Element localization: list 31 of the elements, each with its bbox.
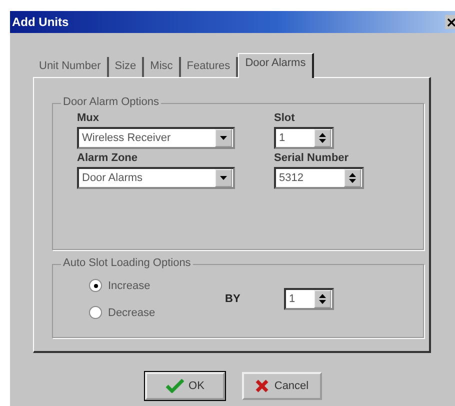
tab[interactable]: Unit Number	[33, 57, 109, 77]
radio-button[interactable]	[89, 306, 102, 319]
close-icon[interactable]	[445, 15, 455, 29]
radio-label[interactable]: Increase	[108, 280, 150, 292]
group-title: Auto Slot Loading Options	[61, 257, 193, 269]
checkmark-icon	[166, 379, 184, 393]
radio-label[interactable]: Decrease	[108, 306, 156, 318]
group-title: Door Alarm Options	[61, 96, 161, 108]
spinner-arrows-icon	[319, 132, 326, 144]
slot-spinner[interactable]: 1	[274, 127, 334, 149]
spinner-arrows-icon	[319, 293, 326, 305]
field-label: Serial Number	[274, 152, 350, 164]
mux-dropdown[interactable]: Wireless Receiver	[77, 127, 235, 149]
ok-button[interactable]: OK	[145, 372, 225, 400]
spinner-arrows-icon	[349, 172, 356, 184]
tab[interactable]: Misc	[144, 57, 181, 77]
field-label: Mux	[77, 112, 100, 124]
field-label: Alarm Zone	[77, 152, 139, 164]
by-spinner[interactable]: 1	[284, 288, 334, 310]
alarm-zone-dropdown[interactable]: Door Alarms	[77, 167, 235, 189]
serial-number-spinner[interactable]: 5312	[274, 167, 364, 189]
field-label: BY	[225, 293, 242, 305]
cancel-button[interactable]: Cancel	[242, 372, 322, 400]
tab[interactable]: Door Alarms	[238, 53, 314, 78]
dropdown-arrow-icon	[220, 136, 227, 140]
radio-button[interactable]	[89, 279, 102, 292]
tab[interactable]: Size	[108, 57, 144, 77]
dropdown-arrow-icon	[220, 176, 227, 180]
window-title: Add Units	[11, 15, 69, 29]
field-label: Slot	[274, 112, 296, 124]
close-icon	[255, 379, 270, 393]
